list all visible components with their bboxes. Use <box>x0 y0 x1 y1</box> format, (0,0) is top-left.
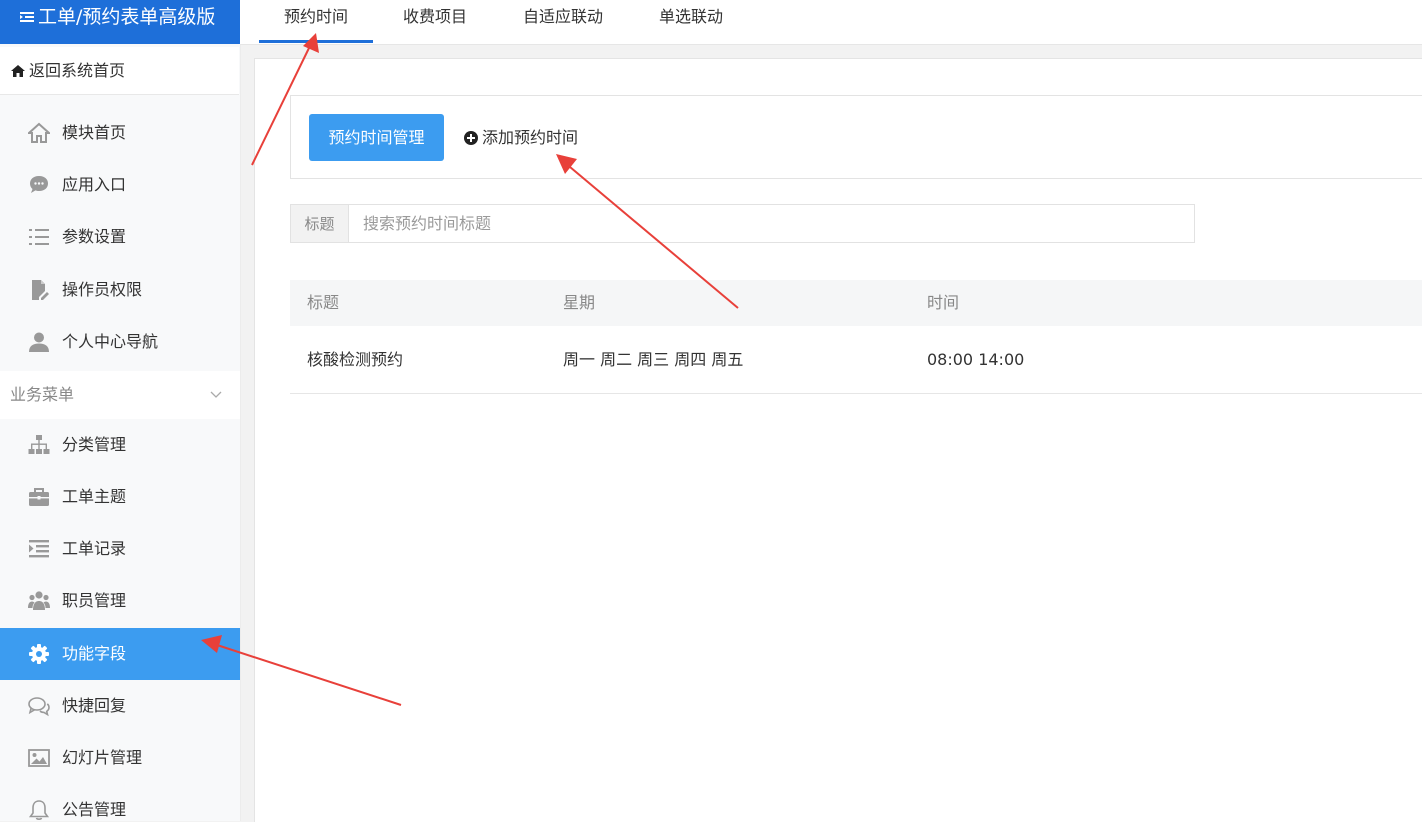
return-home-label: 返回系统首页 <box>29 61 126 80</box>
sidebar-item-label: 分类管理 <box>62 435 127 454</box>
sitemap-icon <box>28 435 50 454</box>
tab-appointment-time[interactable]: 预约时间 <box>259 0 373 44</box>
sidebar-item-operator-permissions[interactable]: 操作员权限 <box>0 264 240 316</box>
briefcase-icon <box>29 488 49 506</box>
sidebar-item-label: 功能字段 <box>62 644 127 663</box>
table-row[interactable]: 核酸检测预约 周一 周二 周三 周四 周五 08:00 14:00 <box>290 326 1422 394</box>
appointment-time-management-button[interactable]: 预约时间管理 <box>309 114 444 161</box>
home-icon <box>11 65 25 77</box>
home-icon <box>28 122 50 143</box>
sidebar-item-module-home[interactable]: 模块首页 <box>0 107 240 159</box>
comments-icon <box>28 697 50 717</box>
sidebar-item-personal-center[interactable]: 个人中心导航 <box>0 316 240 368</box>
tab-label: 自适应联动 <box>522 7 603 26</box>
sidebar-item-announcement-management[interactable]: 公告管理 <box>0 784 240 821</box>
business-menu-section[interactable]: 业务菜单 <box>0 371 240 419</box>
indent-list-icon <box>29 540 49 558</box>
sidebar-item-settings[interactable]: 参数设置 <box>0 211 240 263</box>
search-label: 标题 <box>290 204 349 243</box>
document-edit-icon <box>32 280 49 300</box>
menu-toggle-icon[interactable] <box>20 1 34 35</box>
sidebar-item-function-fields[interactable]: 功能字段 <box>0 628 240 680</box>
column-header-time: 时间 <box>927 293 960 312</box>
sidebar: 工单/预约表单高级版 返回系统首页 模块首页 应用入口 参数设置 操作员权限 个… <box>0 0 241 821</box>
top-tab-bar: 预约时间 收费项目 自适应联动 单选联动 <box>240 0 1422 45</box>
sidebar-item-quick-reply[interactable]: 快捷回复 <box>0 680 240 732</box>
sidebar-item-label: 操作员权限 <box>62 280 143 299</box>
cell-title: 核酸检测预约 <box>307 350 404 369</box>
gear-icon <box>29 644 49 664</box>
sidebar-item-label: 模块首页 <box>62 123 127 142</box>
column-header-title: 标题 <box>307 293 340 312</box>
tab-label: 收费项目 <box>402 7 467 26</box>
sidebar-item-label: 参数设置 <box>62 227 127 246</box>
chevron-down-icon <box>210 391 222 398</box>
sidebar-item-label: 工单记录 <box>62 539 127 558</box>
sidebar-item-app-entry[interactable]: 应用入口 <box>0 159 240 211</box>
sidebar-item-staff-management[interactable]: 职员管理 <box>0 575 240 627</box>
sidebar-item-label: 幻灯片管理 <box>62 748 143 767</box>
table-header: 标题 星期 时间 <box>290 280 1422 327</box>
list-icon <box>29 229 49 245</box>
users-icon <box>28 591 50 610</box>
add-appointment-time-link[interactable]: 添加预约时间 <box>464 126 578 150</box>
tab-label: 预约时间 <box>283 7 348 26</box>
search-input[interactable] <box>349 204 1195 243</box>
cell-time: 08:00 14:00 <box>927 350 1025 369</box>
sidebar-item-slideshow-management[interactable]: 幻灯片管理 <box>0 732 240 784</box>
return-home-link[interactable]: 返回系统首页 <box>0 47 239 95</box>
column-header-weekday: 星期 <box>563 293 596 312</box>
add-link-label: 添加预约时间 <box>482 128 579 147</box>
sidebar-item-label: 职员管理 <box>62 591 127 610</box>
bell-icon <box>28 800 50 820</box>
app-title: 工单/预约表单高级版 <box>38 6 216 28</box>
sidebar-item-category-management[interactable]: 分类管理 <box>0 419 240 471</box>
tab-adaptive-linkage[interactable]: 自适应联动 <box>507 0 619 44</box>
tab-fee-items[interactable]: 收费项目 <box>383 0 487 44</box>
sidebar-item-label: 快捷回复 <box>62 696 127 715</box>
user-icon <box>29 332 49 352</box>
chat-bubble-icon <box>30 176 48 193</box>
image-icon <box>28 749 50 767</box>
app-title-bar: 工单/预约表单高级版 <box>0 0 240 44</box>
toolbar-panel <box>290 95 1422 179</box>
sidebar-item-ticket-records[interactable]: 工单记录 <box>0 523 240 575</box>
section-title: 业务菜单 <box>10 385 75 404</box>
tab-radio-linkage[interactable]: 单选联动 <box>643 0 739 44</box>
plus-circle-icon <box>464 131 478 145</box>
tab-label: 单选联动 <box>658 7 723 26</box>
sidebar-item-label: 应用入口 <box>62 175 127 194</box>
sidebar-item-ticket-topics[interactable]: 工单主题 <box>0 471 240 523</box>
sidebar-item-label: 公告管理 <box>62 800 127 819</box>
cell-weekdays: 周一 周二 周三 周四 周五 <box>563 350 744 369</box>
sidebar-item-label: 个人中心导航 <box>62 332 159 351</box>
sidebar-item-label: 工单主题 <box>62 487 127 506</box>
